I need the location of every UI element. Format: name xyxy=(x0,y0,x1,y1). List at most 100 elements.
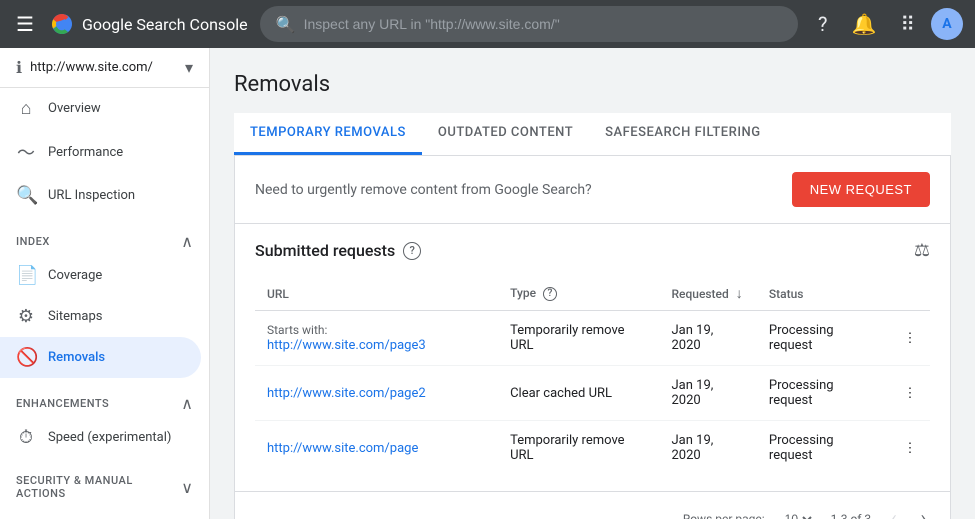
col-header-actions xyxy=(890,277,930,311)
site-icon: ℹ xyxy=(16,58,22,77)
topbar-icons: ? 🔔 ⠿ A xyxy=(810,8,963,40)
col-header-requested[interactable]: Requested ↓ xyxy=(660,277,757,311)
sidebar-label-coverage: Coverage xyxy=(48,268,102,283)
row-actions-0[interactable]: ⋮ xyxy=(890,311,930,366)
status-cell-2: Processing request xyxy=(757,421,890,476)
sidebar-label-speed: Speed (experimental) xyxy=(48,430,171,445)
sidebar-item-url-inspection[interactable]: 🔍 URL Inspection xyxy=(0,175,201,216)
submitted-title-text: Submitted requests xyxy=(255,241,395,260)
sidebar-item-removals[interactable]: 🚫 Removals xyxy=(0,337,201,378)
rows-per-page-label: Rows per page: xyxy=(683,512,765,519)
index-collapse-icon[interactable]: ∧ xyxy=(181,232,193,251)
pagination-prev-icon[interactable]: ‹ xyxy=(887,504,900,519)
submitted-header: Submitted requests ? ⚖ xyxy=(255,240,930,261)
logo-text: Google Search Console xyxy=(82,15,248,34)
performance-icon: 〜 xyxy=(16,139,36,165)
type-cell-2: Temporarily remove URL xyxy=(498,421,659,476)
banner: Need to urgently remove content from Goo… xyxy=(235,156,950,224)
topbar: ☰ Google Search Console 🔍 ? 🔔 ⠿ A xyxy=(0,0,975,48)
security-section-label: Security & Manual Actions xyxy=(16,474,181,500)
table-row: http://www.site.com/page Temporarily rem… xyxy=(255,421,930,476)
help-icon[interactable]: ? xyxy=(810,8,835,40)
pagination: Rows per page: 10 25 50 1-3 of 3 ‹ › xyxy=(235,491,950,519)
sidebar: ℹ http://www.site.com/ ▾ ⌂ Overview 〜 Pe… xyxy=(0,48,210,519)
notification-icon[interactable]: 🔔 xyxy=(843,8,884,40)
table-row: http://www.site.com/page2 Clear cached U… xyxy=(255,366,930,421)
sidebar-label-removals: Removals xyxy=(48,350,105,365)
sidebar-label-performance: Performance xyxy=(48,145,123,160)
search-input[interactable] xyxy=(304,16,782,32)
security-section-header: Security & Manual Actions ∨ xyxy=(0,458,209,504)
url-prefix-0: Starts with: xyxy=(267,323,327,337)
url-value-0: http://www.site.com/page3 xyxy=(267,338,426,353)
enhancements-section-header: Enhancements ∧ xyxy=(0,378,209,417)
site-url: http://www.site.com/ xyxy=(30,60,177,75)
sidebar-label-url-inspection: URL Inspection xyxy=(48,188,135,203)
page-title: Removals xyxy=(234,72,951,97)
sidebar-item-sitemaps[interactable]: ⚙ Sitemaps xyxy=(0,296,201,337)
security-collapse-icon[interactable]: ∨ xyxy=(181,478,193,497)
requests-table: URL Type ? Requested ↓ Status xyxy=(255,277,930,475)
submitted-help-icon[interactable]: ? xyxy=(403,242,421,260)
enhancements-section-label: Enhancements xyxy=(16,397,109,410)
home-icon: ⌂ xyxy=(16,98,36,119)
pagination-next-icon[interactable]: › xyxy=(917,504,930,519)
col-header-url: URL xyxy=(255,277,498,311)
rows-per-page-select[interactable]: 10 25 50 xyxy=(781,511,815,519)
new-request-button[interactable]: NEW REQUEST xyxy=(792,172,930,207)
table-section: Submitted requests ? ⚖ URL Type ? xyxy=(235,224,950,491)
filter-icon[interactable]: ⚖ xyxy=(914,240,930,261)
index-section-label: Index xyxy=(16,235,50,248)
search-icon: 🔍 xyxy=(276,15,296,34)
coverage-icon: 📄 xyxy=(16,265,36,286)
tab-safesearch-filtering[interactable]: SAFESEARCH FILTERING xyxy=(589,113,776,155)
removals-icon: 🚫 xyxy=(16,347,36,368)
url-cell-0: Starts with: http://www.site.com/page3 xyxy=(255,311,498,366)
row-actions-2[interactable]: ⋮ xyxy=(890,421,930,476)
pagination-range: 1-3 of 3 xyxy=(831,512,872,519)
table-row: Starts with: http://www.site.com/page3 T… xyxy=(255,311,930,366)
sidebar-item-speed[interactable]: ⏱ Speed (experimental) xyxy=(0,417,201,458)
legacy-section-header: Legacy tools and reports ∨ xyxy=(0,504,209,519)
enhancements-collapse-icon[interactable]: ∧ xyxy=(181,394,193,413)
sitemaps-icon: ⚙ xyxy=(16,306,36,327)
sort-arrow-icon: ↓ xyxy=(736,285,743,302)
url-cell-1: http://www.site.com/page2 xyxy=(255,366,498,421)
banner-text: Need to urgently remove content from Goo… xyxy=(255,182,592,198)
apps-icon[interactable]: ⠿ xyxy=(892,8,923,40)
content-card: Need to urgently remove content from Goo… xyxy=(234,156,951,519)
sidebar-label-overview: Overview xyxy=(48,101,101,116)
col-header-type: Type ? xyxy=(498,277,659,311)
menu-icon[interactable]: ☰ xyxy=(12,8,38,40)
google-logo-icon xyxy=(50,12,74,36)
status-cell-1: Processing request xyxy=(757,366,890,421)
status-cell-0: Processing request xyxy=(757,311,890,366)
sidebar-label-sitemaps: Sitemaps xyxy=(48,309,103,324)
type-cell-0: Temporarily remove URL xyxy=(498,311,659,366)
url-value-1: http://www.site.com/page2 xyxy=(267,386,426,401)
tab-outdated-content[interactable]: OUTDATED CONTENT xyxy=(422,113,589,155)
requested-cell-2: Jan 19, 2020 xyxy=(660,421,757,476)
search-box[interactable]: 🔍 xyxy=(260,6,798,42)
col-header-status: Status xyxy=(757,277,890,311)
main-content: Removals TEMPORARY REMOVALS OUTDATED CON… xyxy=(210,48,975,519)
avatar[interactable]: A xyxy=(931,8,963,40)
tab-temporary-removals[interactable]: TEMPORARY REMOVALS xyxy=(234,113,422,155)
url-cell-2: http://www.site.com/page xyxy=(255,421,498,476)
site-selector[interactable]: ℹ http://www.site.com/ ▾ xyxy=(0,48,209,88)
requested-cell-0: Jan 19, 2020 xyxy=(660,311,757,366)
type-cell-1: Clear cached URL xyxy=(498,366,659,421)
url-value-2: http://www.site.com/page xyxy=(267,441,418,456)
sidebar-item-overview[interactable]: ⌂ Overview xyxy=(0,88,201,129)
row-actions-1[interactable]: ⋮ xyxy=(890,366,930,421)
sidebar-item-performance[interactable]: 〜 Performance xyxy=(0,129,201,175)
tabs-container: TEMPORARY REMOVALS OUTDATED CONTENT SAFE… xyxy=(234,113,951,156)
submitted-title: Submitted requests ? xyxy=(255,241,421,260)
type-help-icon[interactable]: ? xyxy=(543,287,557,301)
sidebar-item-coverage[interactable]: 📄 Coverage xyxy=(0,255,201,296)
index-section-header: Index ∧ xyxy=(0,216,209,255)
logo: Google Search Console xyxy=(50,12,248,36)
site-dropdown-arrow-icon: ▾ xyxy=(185,58,193,77)
layout: ℹ http://www.site.com/ ▾ ⌂ Overview 〜 Pe… xyxy=(0,48,975,519)
speed-icon: ⏱ xyxy=(16,427,36,448)
